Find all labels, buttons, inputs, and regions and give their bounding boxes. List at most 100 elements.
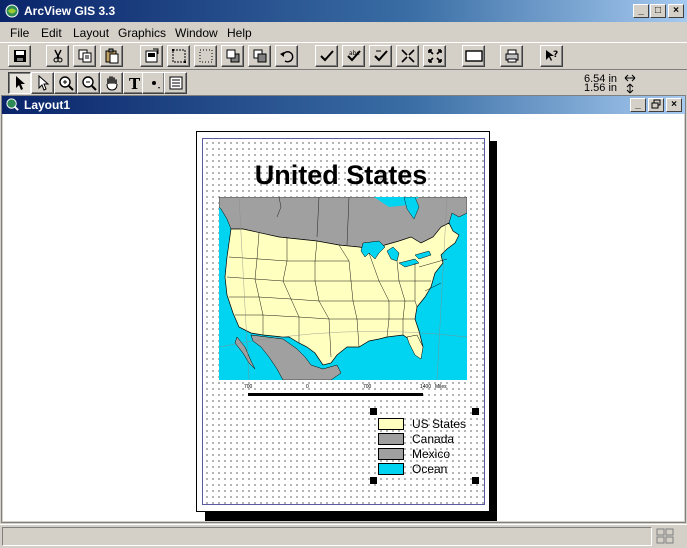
paste-icon bbox=[105, 48, 118, 64]
map-title[interactable]: United States bbox=[202, 160, 480, 191]
scale-label-1400: 1400 bbox=[420, 384, 432, 390]
send-to-back-button[interactable] bbox=[248, 45, 271, 67]
svg-text:?: ? bbox=[553, 50, 558, 60]
arcview-globe-icon bbox=[5, 4, 19, 18]
zoom-to-page-button[interactable] bbox=[396, 45, 419, 67]
bring-to-front-icon bbox=[226, 49, 239, 63]
ungroup-icon: abc bbox=[346, 50, 361, 62]
y-coordinate: 1.56 in bbox=[584, 82, 618, 94]
paste-button[interactable] bbox=[100, 45, 123, 67]
group-button[interactable] bbox=[315, 45, 338, 67]
legend-swatch-ocean bbox=[378, 463, 404, 475]
layout-window-title: Layout1 bbox=[24, 98, 71, 112]
app-title: ArcView GIS 3.3 bbox=[24, 4, 116, 18]
group-check-icon bbox=[319, 50, 334, 62]
text-t-icon: T bbox=[129, 75, 141, 91]
pan-tool[interactable] bbox=[100, 72, 123, 94]
vertex-edit-tool[interactable] bbox=[31, 72, 54, 94]
print-button[interactable] bbox=[500, 45, 523, 67]
map-legend[interactable]: US States Canada Mexico Ocean bbox=[372, 408, 480, 484]
vertical-arrows-icon bbox=[626, 83, 634, 94]
selection-handle-bottom-left[interactable] bbox=[370, 477, 377, 484]
scale-label-miles: Miles bbox=[435, 384, 447, 390]
legend-label-us-states: US States bbox=[412, 417, 467, 431]
zoom-in-tool[interactable] bbox=[54, 72, 77, 94]
send-to-back-icon bbox=[253, 49, 266, 63]
shrink-arrows-icon bbox=[400, 49, 415, 63]
zoom-in-icon bbox=[58, 76, 74, 91]
menu-layout[interactable]: Layout bbox=[73, 26, 109, 40]
close-button[interactable]: × bbox=[668, 4, 684, 18]
scale-label-700: 700 bbox=[363, 384, 372, 390]
menu-graphics[interactable]: Graphics bbox=[118, 26, 166, 40]
legend-swatch-mexico bbox=[378, 448, 404, 460]
scale-label-700-left: 700 bbox=[244, 384, 253, 390]
scale-bar[interactable]: 700 0 700 1400 Miles bbox=[230, 384, 470, 400]
menu-file[interactable]: File bbox=[10, 26, 29, 40]
frame-icon bbox=[169, 76, 182, 90]
app-title-bar[interactable]: ArcView GIS 3.3 _ □ × bbox=[0, 0, 687, 22]
bring-to-front-button[interactable] bbox=[221, 45, 244, 67]
draw-point-tool[interactable] bbox=[142, 72, 165, 94]
tool-bar: T 6.54 in 1.56 in bbox=[0, 69, 687, 95]
svg-text:T: T bbox=[129, 75, 141, 91]
status-bar bbox=[0, 524, 687, 548]
restore-icon bbox=[651, 99, 661, 109]
select-all-icon bbox=[171, 49, 186, 63]
selection-handle-top-left[interactable] bbox=[370, 408, 377, 415]
layout-restore-button[interactable] bbox=[648, 98, 664, 112]
select-none-button[interactable] bbox=[194, 45, 217, 67]
page-setup-button[interactable] bbox=[462, 45, 485, 67]
selection-handle-bottom-right[interactable] bbox=[472, 477, 479, 484]
legend-label-ocean: Ocean bbox=[412, 462, 448, 476]
scissors-icon bbox=[53, 49, 62, 63]
help-arrow-question-icon: ? bbox=[545, 50, 558, 61]
legend-swatch-canada bbox=[378, 433, 404, 445]
svg-text:abc: abc bbox=[349, 50, 360, 57]
legend-label-mexico: Mexico bbox=[412, 447, 451, 461]
layout-window-title-bar[interactable]: Layout1 _ × bbox=[2, 96, 685, 114]
pointer-tool[interactable] bbox=[8, 72, 31, 94]
layout-minimize-button[interactable]: _ bbox=[630, 98, 646, 112]
maximize-button[interactable]: □ bbox=[650, 4, 666, 18]
select-none-icon bbox=[199, 49, 212, 63]
undo-button[interactable] bbox=[275, 45, 298, 67]
point-icon bbox=[151, 81, 160, 89]
select-all-button[interactable] bbox=[167, 45, 190, 67]
scale-label-0: 0 bbox=[306, 384, 309, 390]
minimize-button[interactable]: _ bbox=[633, 4, 649, 18]
frame-tool[interactable] bbox=[164, 72, 187, 94]
menu-window[interactable]: Window bbox=[175, 26, 218, 40]
save-button[interactable] bbox=[8, 45, 31, 67]
align-icon bbox=[373, 50, 388, 62]
blank-page-icon bbox=[464, 50, 483, 62]
horizontal-arrows-icon bbox=[624, 74, 636, 82]
layout-properties-button[interactable] bbox=[140, 45, 163, 67]
us-map-frame[interactable] bbox=[219, 197, 467, 380]
legend-label-canada: Canada bbox=[412, 432, 455, 446]
align-button[interactable] bbox=[369, 45, 392, 67]
button-bar: abc ? bbox=[0, 42, 687, 69]
zoom-to-actual-button[interactable] bbox=[423, 45, 446, 67]
help-button[interactable]: ? bbox=[540, 45, 563, 67]
printer-icon bbox=[505, 49, 518, 63]
zoom-out-tool[interactable] bbox=[77, 72, 100, 94]
menu-bar: File Edit Layout Graphics Window Help bbox=[0, 24, 687, 42]
vertex-arrow-icon bbox=[38, 75, 49, 91]
hand-icon bbox=[106, 76, 117, 91]
pointer-arrow-icon bbox=[15, 76, 25, 90]
tile-windows-icon[interactable] bbox=[656, 528, 674, 544]
layout-window-icon bbox=[6, 98, 19, 111]
legend-swatch-us-states bbox=[378, 418, 404, 430]
scale-line bbox=[248, 393, 423, 396]
floppy-disk-icon bbox=[13, 50, 26, 62]
copy-button[interactable] bbox=[73, 45, 96, 67]
expand-arrows-icon bbox=[427, 49, 442, 63]
layout-close-button[interactable]: × bbox=[666, 98, 682, 112]
ungroup-button[interactable]: abc bbox=[342, 45, 365, 67]
selection-handle-top-right[interactable] bbox=[472, 408, 479, 415]
menu-edit[interactable]: Edit bbox=[41, 26, 62, 40]
cut-button[interactable] bbox=[46, 45, 69, 67]
layout-properties-icon bbox=[145, 48, 158, 63]
menu-help[interactable]: Help bbox=[227, 26, 252, 40]
